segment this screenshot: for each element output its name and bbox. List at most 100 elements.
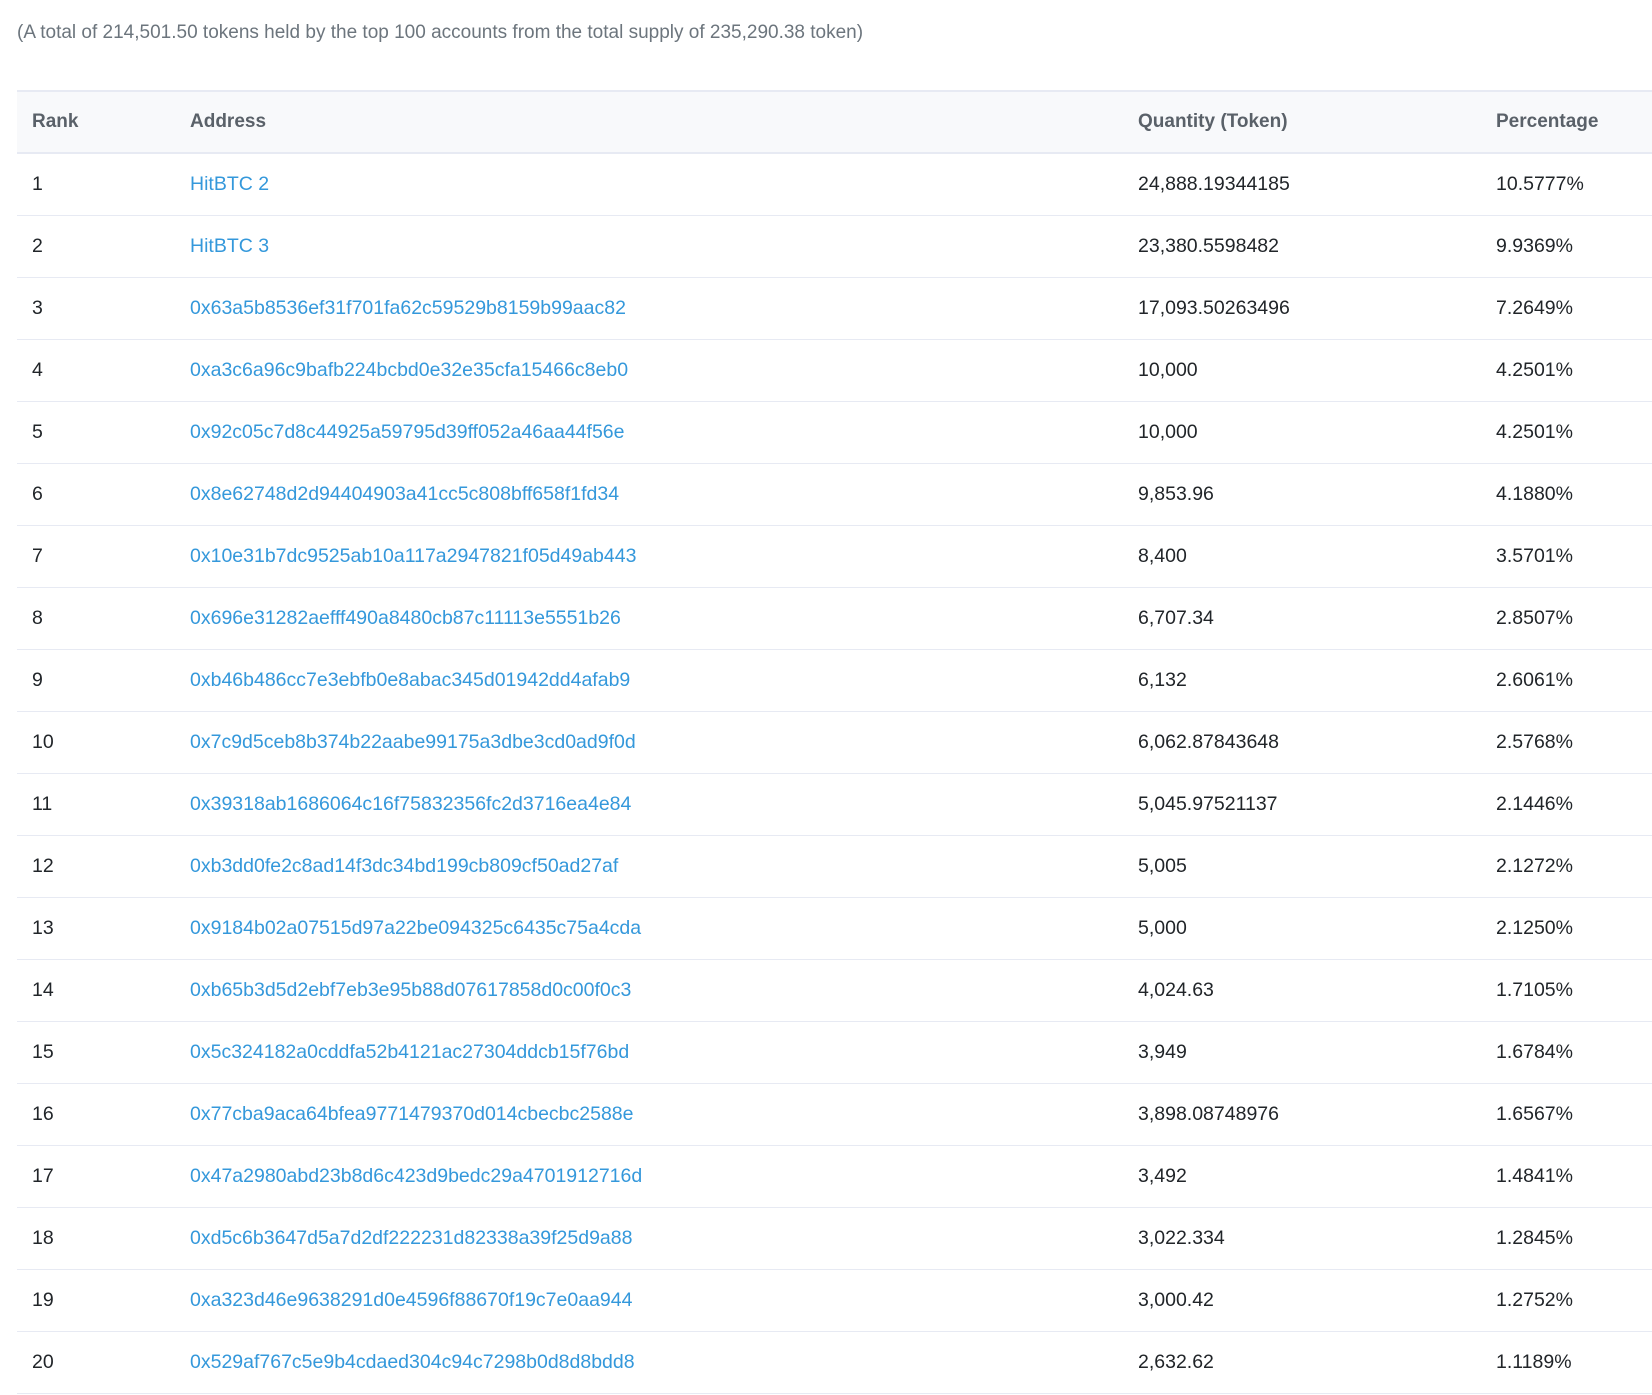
- table-row: 11 0x39318ab1686064c16f75832356fc2d3716ea…: [17, 773, 1652, 836]
- rank-cell: 11: [17, 773, 190, 836]
- percentage-cell: 4.2501%: [1496, 401, 1652, 464]
- quantity-cell: 6,132: [1138, 649, 1496, 712]
- table-row: 6 0x8e62748d2d94404903a41cc5c808bff658f1f…: [17, 463, 1652, 526]
- address-link[interactable]: HitBTC 2: [190, 173, 269, 195]
- column-header-address: Address: [190, 90, 1138, 154]
- table-row: 10 0x7c9d5ceb8b374b22aabe99175a3dbe3cd0ad…: [17, 711, 1652, 774]
- rank-cell: 15: [17, 1021, 190, 1084]
- percentage-cell: 2.1272%: [1496, 835, 1652, 898]
- percentage-cell: 1.6567%: [1496, 1083, 1652, 1146]
- percentage-cell: 2.1446%: [1496, 773, 1652, 836]
- holders-summary-text: (A total of 214,501.50 tokens held by th…: [17, 22, 864, 43]
- address-link[interactable]: 0x92c05c7d8c44925a59795d39ff052a46aa44f5…: [190, 421, 624, 443]
- address-link[interactable]: 0xa323d46e9638291d0e4596f88670f19c7e0aa9…: [190, 1289, 632, 1311]
- table-row: 15 0x5c324182a0cddfa52b4121ac27304ddcb15f…: [17, 1021, 1652, 1084]
- rank-cell: 8: [17, 587, 190, 650]
- quantity-cell: 5,045.97521137: [1138, 773, 1496, 836]
- quantity-cell: 2,632.62: [1138, 1331, 1496, 1394]
- rank-cell: 19: [17, 1269, 190, 1332]
- percentage-cell: 2.8507%: [1496, 587, 1652, 650]
- rank-cell: 12: [17, 835, 190, 898]
- address-link[interactable]: 0x529af767c5e9b4cdaed304c94c7298b0d8d8bd…: [190, 1351, 635, 1373]
- address-link[interactable]: 0x9184b02a07515d97a22be094325c6435c75a4c…: [190, 917, 641, 939]
- address-cell: 0xa3c6a96c9bafb224bcbd0e32e35cfa15466c8e…: [190, 339, 1138, 402]
- address-link[interactable]: 0x47a2980abd23b8d6c423d9bedc29a470191271…: [190, 1165, 642, 1187]
- address-cell: 0xb3dd0fe2c8ad14f3dc34bd199cb809cf50ad27…: [190, 835, 1138, 898]
- percentage-cell: 1.2752%: [1496, 1269, 1652, 1332]
- quantity-cell: 3,898.08748976: [1138, 1083, 1496, 1146]
- table-row: 17 0x47a2980abd23b8d6c423d9bedc29a4701912…: [17, 1145, 1652, 1208]
- address-cell: 0x47a2980abd23b8d6c423d9bedc29a470191271…: [190, 1145, 1138, 1208]
- table-row: 13 0x9184b02a07515d97a22be094325c6435c75a…: [17, 897, 1652, 960]
- rank-cell: 2: [17, 215, 190, 278]
- table-row: 7 0x10e31b7dc9525ab10a117a2947821f05d49ab…: [17, 525, 1652, 588]
- percentage-cell: 10.5777%: [1496, 153, 1652, 216]
- token-holders-table: Rank Address Quantity (Token) Percentage…: [17, 90, 1652, 1394]
- quantity-cell: 3,492: [1138, 1145, 1496, 1208]
- address-link[interactable]: 0x10e31b7dc9525ab10a117a2947821f05d49ab4…: [190, 545, 636, 567]
- rank-cell: 5: [17, 401, 190, 464]
- percentage-cell: 1.6784%: [1496, 1021, 1652, 1084]
- quantity-cell: 10,000: [1138, 401, 1496, 464]
- address-cell: 0x10e31b7dc9525ab10a117a2947821f05d49ab4…: [190, 525, 1138, 588]
- rank-cell: 16: [17, 1083, 190, 1146]
- percentage-cell: 2.5768%: [1496, 711, 1652, 774]
- percentage-cell: 9.9369%: [1496, 215, 1652, 278]
- rank-cell: 14: [17, 959, 190, 1022]
- quantity-cell: 5,005: [1138, 835, 1496, 898]
- table-row: 20 0x529af767c5e9b4cdaed304c94c7298b0d8d8…: [17, 1331, 1652, 1394]
- address-cell: 0x77cba9aca64bfea9771479370d014cbecbc258…: [190, 1083, 1138, 1146]
- quantity-cell: 8,400: [1138, 525, 1496, 588]
- rank-cell: 7: [17, 525, 190, 588]
- address-link[interactable]: 0x39318ab1686064c16f75832356fc2d3716ea4e…: [190, 793, 631, 815]
- table-row: 5 0x92c05c7d8c44925a59795d39ff052a46aa44f…: [17, 401, 1652, 464]
- address-link[interactable]: 0xa3c6a96c9bafb224bcbd0e32e35cfa15466c8e…: [190, 359, 628, 381]
- percentage-cell: 1.4841%: [1496, 1145, 1652, 1208]
- quantity-cell: 5,000: [1138, 897, 1496, 960]
- address-cell: 0x5c324182a0cddfa52b4121ac27304ddcb15f76…: [190, 1021, 1138, 1084]
- table-row: 4 0xa3c6a96c9bafb224bcbd0e32e35cfa15466c8…: [17, 339, 1652, 402]
- rank-cell: 10: [17, 711, 190, 774]
- table-row: 8 0x696e31282aefff490a8480cb87c11113e5551…: [17, 587, 1652, 650]
- percentage-cell: 3.5701%: [1496, 525, 1652, 588]
- address-cell: 0x8e62748d2d94404903a41cc5c808bff658f1fd…: [190, 463, 1138, 526]
- rank-cell: 6: [17, 463, 190, 526]
- address-link[interactable]: HitBTC 3: [190, 235, 269, 257]
- percentage-cell: 4.1880%: [1496, 463, 1652, 526]
- rank-cell: 17: [17, 1145, 190, 1208]
- address-cell: 0x7c9d5ceb8b374b22aabe99175a3dbe3cd0ad9f…: [190, 711, 1138, 774]
- rank-cell: 1: [17, 153, 190, 216]
- address-link[interactable]: 0xb46b486cc7e3ebfb0e8abac345d01942dd4afa…: [190, 669, 630, 691]
- quantity-cell: 6,062.87843648: [1138, 711, 1496, 774]
- quantity-cell: 4,024.63: [1138, 959, 1496, 1022]
- percentage-cell: 1.7105%: [1496, 959, 1652, 1022]
- quantity-cell: 3,022.334: [1138, 1207, 1496, 1270]
- percentage-cell: 1.1189%: [1496, 1331, 1652, 1394]
- address-cell: 0x696e31282aefff490a8480cb87c11113e5551b…: [190, 587, 1138, 650]
- address-link[interactable]: 0x77cba9aca64bfea9771479370d014cbecbc258…: [190, 1103, 634, 1125]
- address-cell: 0xb46b486cc7e3ebfb0e8abac345d01942dd4afa…: [190, 649, 1138, 712]
- percentage-cell: 1.2845%: [1496, 1207, 1652, 1270]
- table-body: 1 HitBTC 2 24,888.19344185 10.5777% 2 HitBTC …: [17, 153, 1652, 1394]
- table-row: 9 0xb46b486cc7e3ebfb0e8abac345d01942dd4af…: [17, 649, 1652, 712]
- address-link[interactable]: 0x63a5b8536ef31f701fa62c59529b8159b99aac…: [190, 297, 626, 319]
- quantity-cell: 24,888.19344185: [1138, 153, 1496, 216]
- address-link[interactable]: 0x7c9d5ceb8b374b22aabe99175a3dbe3cd0ad9f…: [190, 731, 636, 753]
- address-link[interactable]: 0x8e62748d2d94404903a41cc5c808bff658f1fd…: [190, 483, 619, 505]
- address-link[interactable]: 0xd5c6b3647d5a7d2df222231d82338a39f25d9a…: [190, 1227, 632, 1249]
- table-row: 1 HitBTC 2 24,888.19344185 10.5777%: [17, 153, 1652, 216]
- address-cell: 0x92c05c7d8c44925a59795d39ff052a46aa44f5…: [190, 401, 1138, 464]
- address-link[interactable]: 0x696e31282aefff490a8480cb87c11113e5551b…: [190, 607, 621, 629]
- percentage-cell: 2.1250%: [1496, 897, 1652, 960]
- table-row: 14 0xb65b3d5d2ebf7eb3e95b88d07617858d0c00…: [17, 959, 1652, 1022]
- address-link[interactable]: 0xb3dd0fe2c8ad14f3dc34bd199cb809cf50ad27…: [190, 855, 618, 877]
- column-header-percentage: Percentage: [1496, 90, 1652, 154]
- table-row: 19 0xa323d46e9638291d0e4596f88670f19c7e0a…: [17, 1269, 1652, 1332]
- quantity-cell: 9,853.96: [1138, 463, 1496, 526]
- address-link[interactable]: 0xb65b3d5d2ebf7eb3e95b88d07617858d0c00f0…: [190, 979, 631, 1001]
- table-header: Rank Address Quantity (Token) Percentage: [17, 90, 1652, 154]
- quantity-cell: 3,000.42: [1138, 1269, 1496, 1332]
- table-header-row: Rank Address Quantity (Token) Percentage: [17, 90, 1652, 154]
- address-cell: 0x529af767c5e9b4cdaed304c94c7298b0d8d8bd…: [190, 1331, 1138, 1394]
- address-link[interactable]: 0x5c324182a0cddfa52b4121ac27304ddcb15f76…: [190, 1041, 629, 1063]
